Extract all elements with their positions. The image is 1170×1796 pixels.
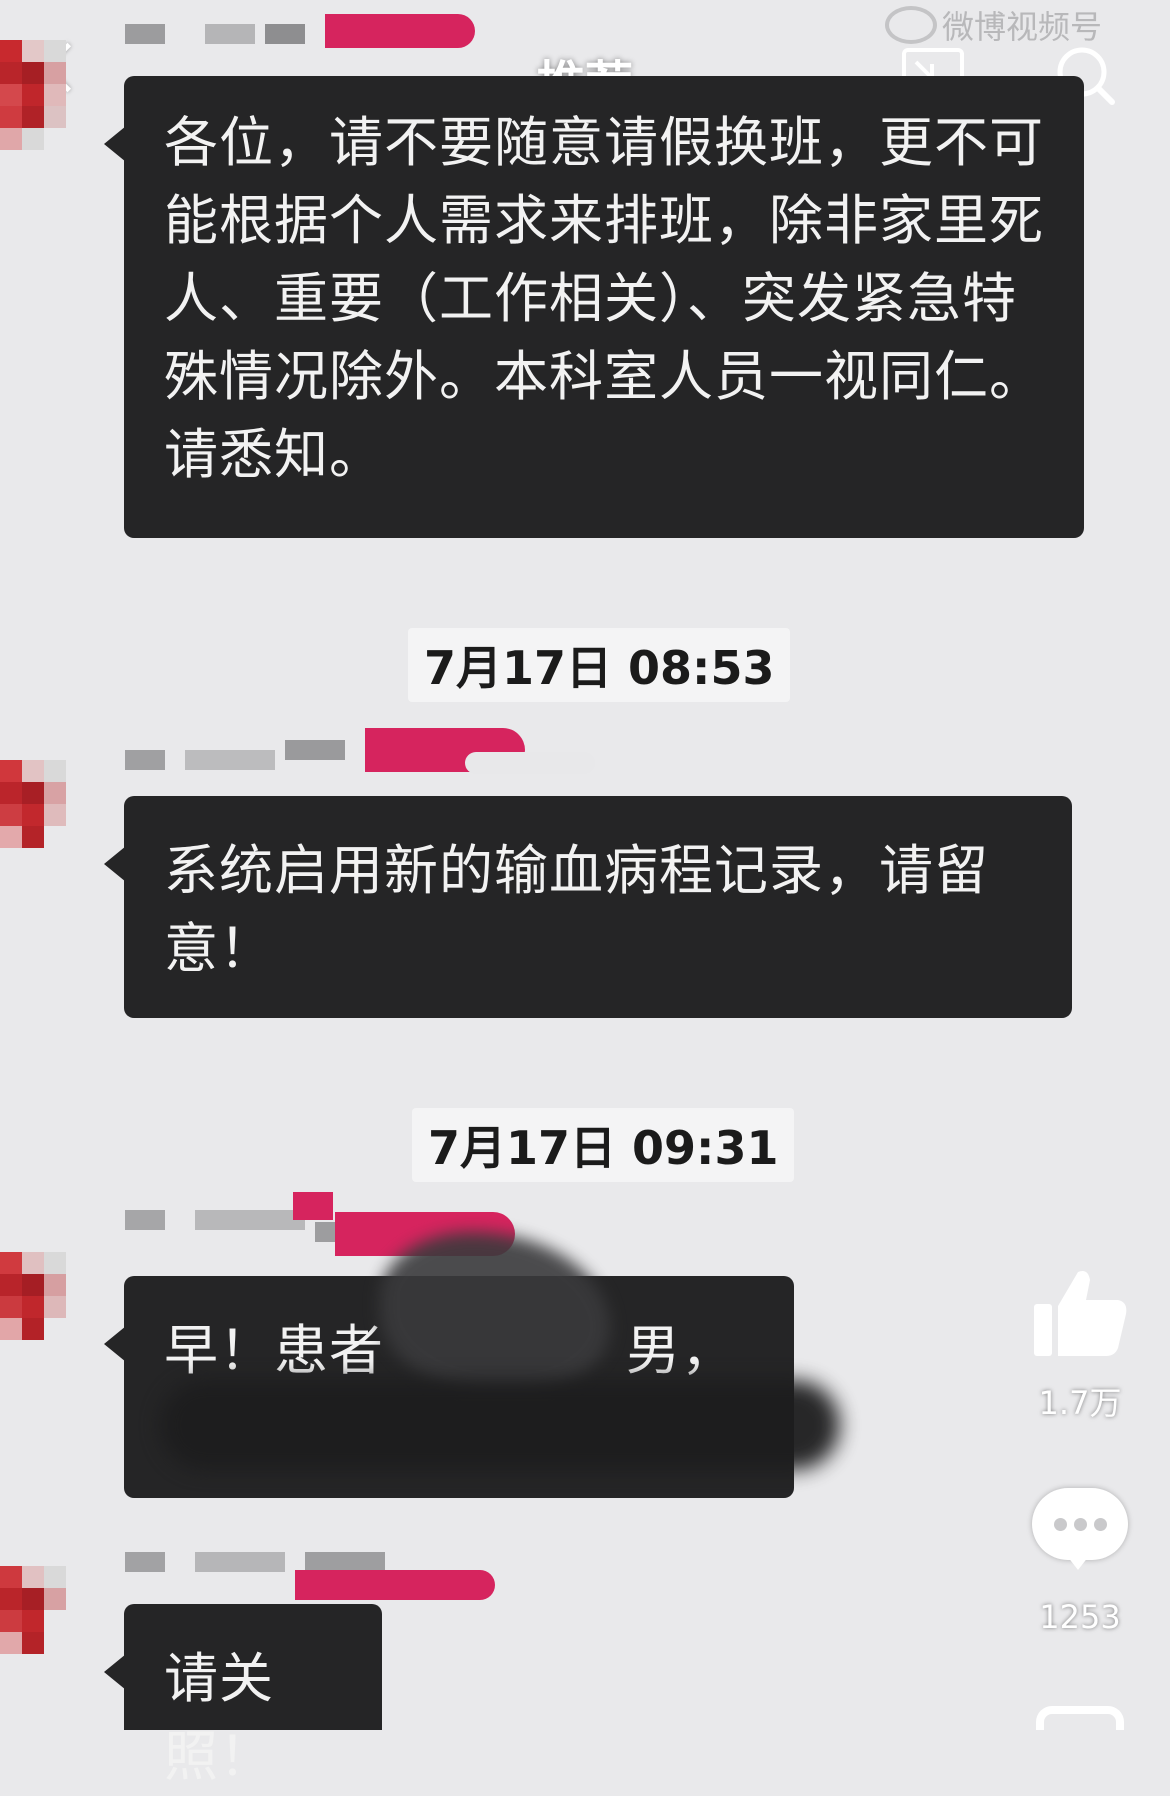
redaction-blur bbox=[380, 1232, 610, 1392]
share-icon[interactable] bbox=[1036, 1706, 1124, 1730]
redaction-blur bbox=[160, 1380, 840, 1470]
message-bubble[interactable]: 请关照！ bbox=[124, 1604, 382, 1788]
sender-name-mosaic bbox=[125, 14, 485, 74]
message-text: 系统启用新的输血病程记录，请留意！ bbox=[164, 839, 989, 980]
message-text: 早！患者 bbox=[164, 1319, 384, 1382]
sender-name-mosaic bbox=[125, 722, 595, 782]
bubble-tail bbox=[104, 1654, 126, 1690]
avatar[interactable] bbox=[0, 1566, 86, 1726]
comment-icon[interactable] bbox=[1032, 1488, 1128, 1570]
avatar[interactable] bbox=[0, 1252, 86, 1382]
message-timestamp: 7月17日 08:53 bbox=[408, 628, 791, 702]
sender-name-mosaic bbox=[125, 1544, 505, 1604]
bubble-tail bbox=[104, 126, 126, 162]
message-text: 各位，请不要随意请假换班，更不可能根据个人需求来排班，除非家里死人、重要（工作相… bbox=[164, 111, 1044, 486]
avatar[interactable] bbox=[0, 40, 86, 170]
thumbs-up-icon[interactable] bbox=[1030, 1264, 1130, 1364]
avatar[interactable] bbox=[0, 760, 86, 890]
bubble-tail bbox=[104, 1326, 126, 1362]
like-count: 1.7万 bbox=[1038, 1384, 1122, 1422]
message-bubble[interactable]: 系统启用新的输血病程记录，请留意！ bbox=[124, 796, 1072, 1018]
comment-count: 1253 bbox=[1039, 1598, 1121, 1636]
message-text-tail: 男， bbox=[626, 1319, 736, 1382]
message-bubble[interactable]: 各位，请不要随意请假换班，更不可能根据个人需求来排班，除非家里死人、重要（工作相… bbox=[124, 76, 1084, 538]
watermark-text: 微博视频号 bbox=[942, 8, 1103, 46]
message-timestamp: 7月17日 09:31 bbox=[412, 1108, 795, 1182]
message-text: 请关照！ bbox=[164, 1647, 274, 1788]
bubble-tail bbox=[104, 846, 126, 882]
